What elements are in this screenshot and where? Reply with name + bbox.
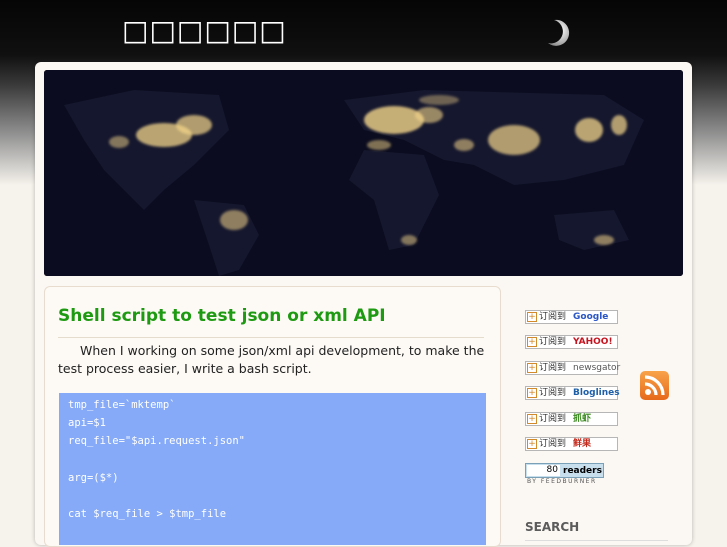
plus-icon: + xyxy=(527,439,537,449)
subscribe-brand: YAHOO! xyxy=(573,337,613,347)
subscribe-newsgator-button[interactable]: + 订阅到 newsgator xyxy=(525,361,621,375)
subscribe-brand: Bloglines xyxy=(573,388,620,398)
post-title-divider xyxy=(58,337,484,338)
code-line: arg=($*) xyxy=(68,472,119,484)
subscribe-label: 订阅到 xyxy=(539,363,567,373)
subscribe-zhuaxia-button[interactable]: + 订阅到 抓虾 xyxy=(525,412,618,426)
code-line: req_file="$api.request.json" xyxy=(68,435,246,447)
subscribe-bloglines-button[interactable]: + 订阅到 Bloglines xyxy=(525,386,620,400)
subscribe-xianguo-button[interactable]: + 订阅到 鲜果 xyxy=(525,437,618,451)
code-line: api=$1 xyxy=(68,417,106,429)
post-intro: When I working on some json/xml api deve… xyxy=(58,343,485,376)
rss-glyph xyxy=(644,375,665,396)
feedburner-credit: BY FEEDBURNER xyxy=(527,478,597,485)
search-divider xyxy=(525,540,668,541)
subscribe-google-button[interactable]: + 订阅到 Google xyxy=(525,310,618,324)
plus-icon: + xyxy=(527,363,537,373)
subscribe-brand: Google xyxy=(573,312,609,322)
rss-feed-icon[interactable] xyxy=(640,371,669,400)
plus-icon: + xyxy=(527,388,537,398)
subscribe-brand: newsgator xyxy=(573,363,621,373)
subscribe-label: 订阅到 xyxy=(539,388,567,398)
reader-label: readers xyxy=(563,466,602,476)
crescent-moon-icon xyxy=(548,19,570,46)
post-title[interactable]: Shell script to test json or xml API xyxy=(58,306,386,326)
subscribe-brand: 鲜果 xyxy=(573,439,592,449)
reader-count: 80 xyxy=(527,465,560,476)
subscribe-label: 订阅到 xyxy=(539,337,567,347)
feedburner-counter[interactable]: 80 readers BY FEEDBURNER xyxy=(525,463,606,487)
plus-icon: + xyxy=(527,414,537,424)
plus-icon: + xyxy=(527,337,537,347)
world-night-lights-map xyxy=(44,70,683,276)
feedburner-box: 80 readers xyxy=(525,463,604,478)
subscribe-label: 订阅到 xyxy=(539,414,567,424)
plus-icon: + xyxy=(527,312,537,322)
search-heading: SEARCH xyxy=(525,520,580,534)
subscribe-label: 订阅到 xyxy=(539,312,567,322)
banner-image xyxy=(44,70,683,276)
code-line: cat $req_file > $tmp_file xyxy=(68,508,227,520)
code-line: tmp_file=`mktemp` xyxy=(68,399,176,411)
subscribe-yahoo-button[interactable]: + 订阅到 YAHOO! xyxy=(525,335,618,349)
code-block: tmp_file=`mktemp` api=$1 req_file="$api.… xyxy=(59,393,486,545)
site-title[interactable]: □□□□□□ xyxy=(122,14,287,47)
subscribe-brand: 抓虾 xyxy=(573,414,592,424)
subscribe-label: 订阅到 xyxy=(539,439,567,449)
